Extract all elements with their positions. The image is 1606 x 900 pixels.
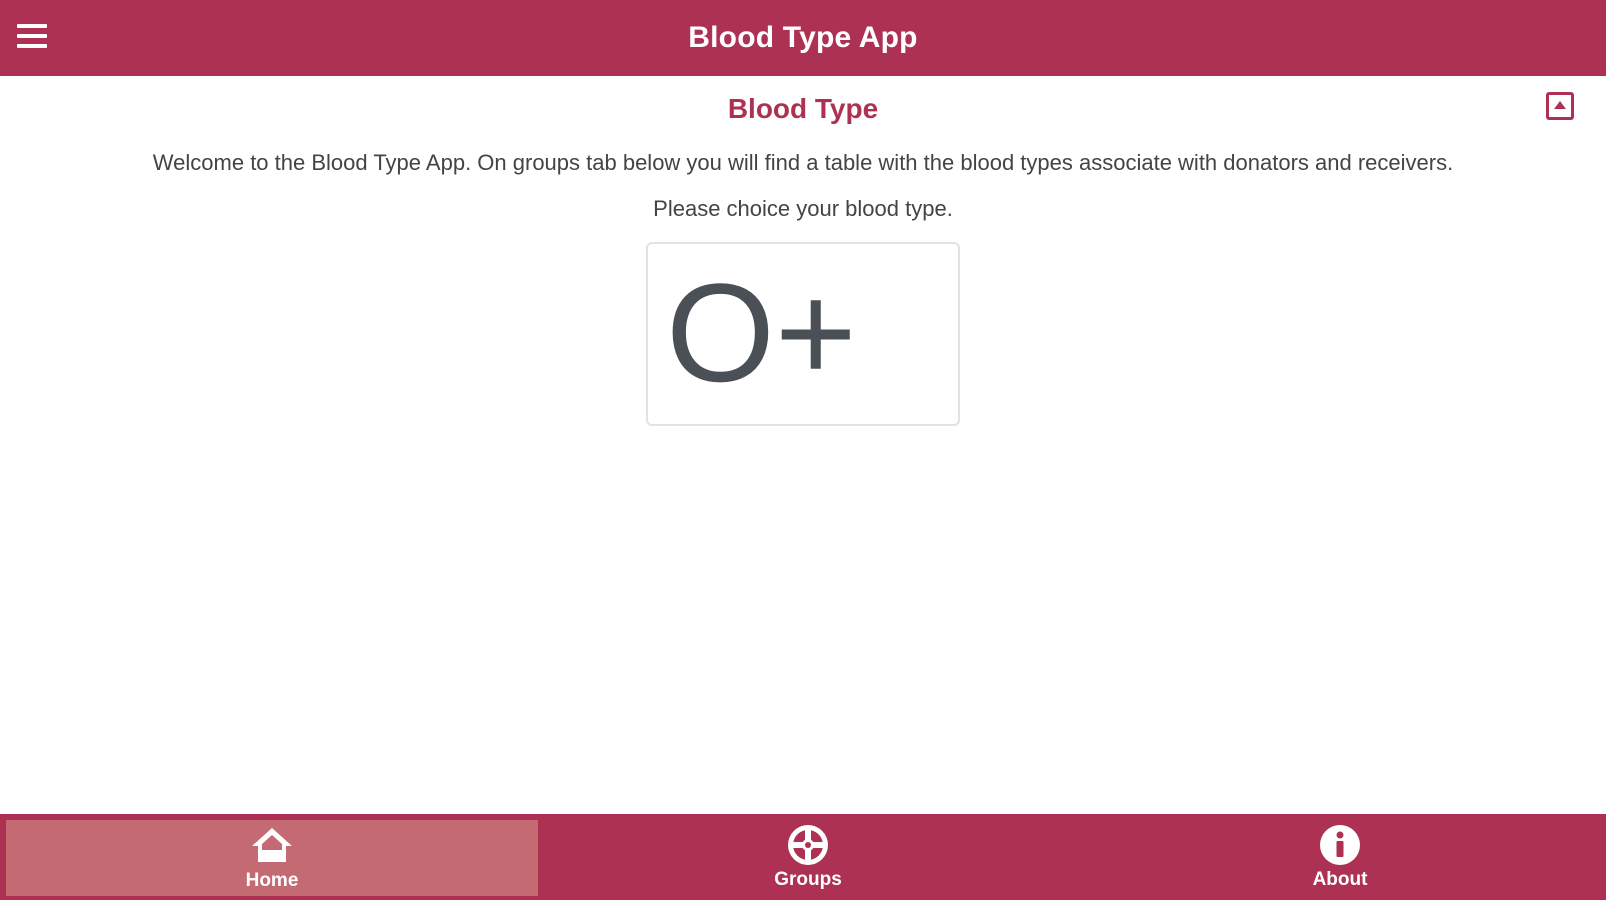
tab-about-label: About [1312, 869, 1368, 890]
home-icon [248, 824, 296, 868]
intro-text: Welcome to the Blood Type App. On groups… [152, 150, 1454, 175]
section-title: Blood Type [727, 93, 879, 124]
collapse-up-icon [1553, 97, 1567, 115]
blood-type-selector[interactable]: O+ [646, 242, 960, 426]
tab-home[interactable]: Home [6, 820, 538, 896]
app-header: Blood Type App [0, 0, 1606, 76]
collapse-button[interactable] [1546, 92, 1574, 120]
section-header: Blood Type [0, 88, 1606, 130]
app-root: Blood Type App Blood Type Welcome to the… [0, 0, 1606, 900]
tab-about[interactable]: About [1074, 814, 1606, 900]
prompt-text: Please choice your blood type. [653, 196, 953, 221]
bottom-tab-bar: Home Groups About [0, 814, 1606, 900]
tab-home-label: Home [245, 870, 299, 891]
menu-button[interactable] [14, 20, 50, 56]
info-icon [1316, 823, 1364, 867]
hamburger-menu-icon [17, 23, 47, 54]
app-title: Blood Type App [688, 21, 918, 54]
tab-groups[interactable]: Groups [542, 814, 1074, 900]
tab-groups-label: Groups [774, 869, 842, 890]
blood-type-value: O+ [666, 254, 857, 411]
groups-icon [784, 823, 832, 867]
